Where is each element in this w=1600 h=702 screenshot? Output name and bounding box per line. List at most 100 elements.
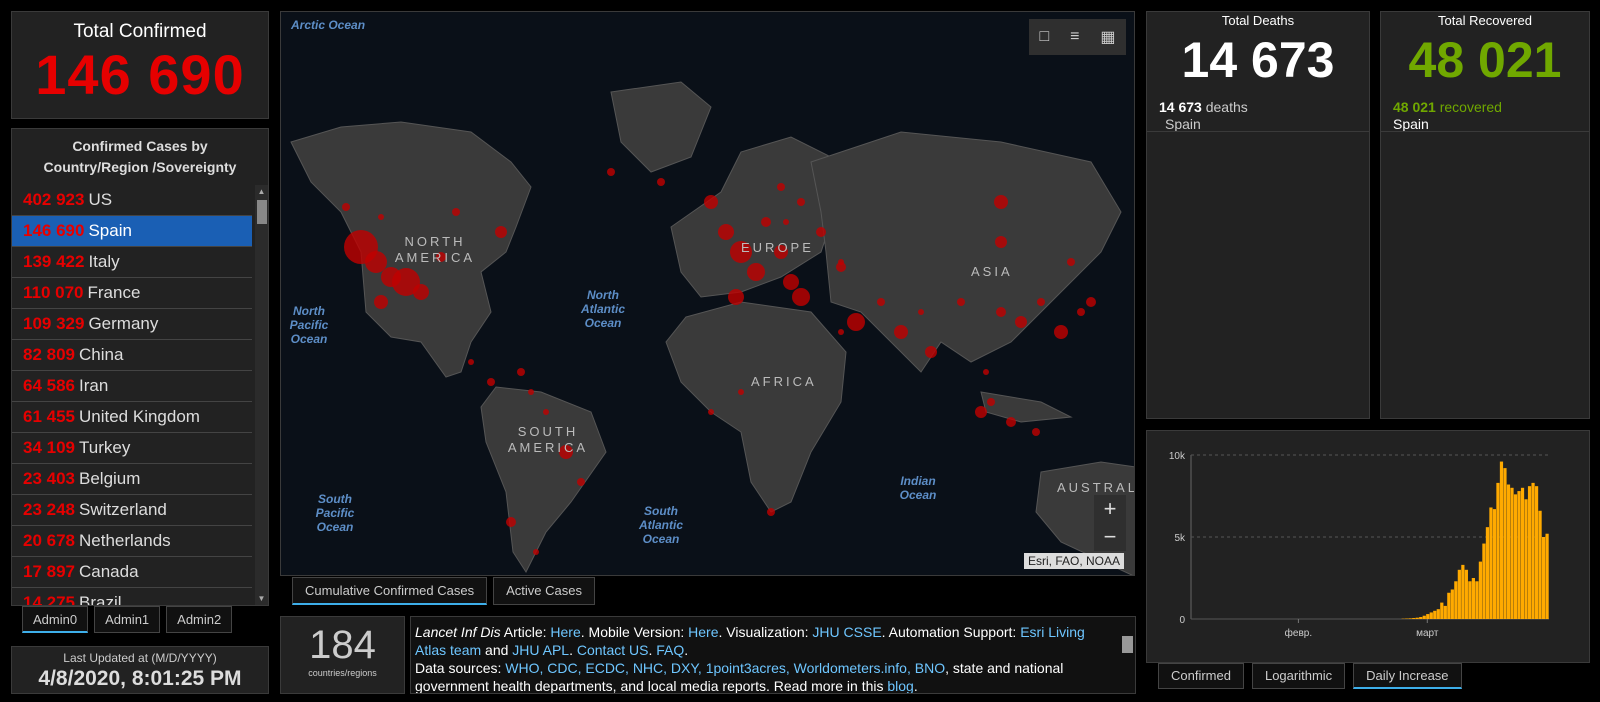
chart-bar[interactable] <box>1489 507 1493 619</box>
case-bubble[interactable] <box>738 389 744 395</box>
chart-bar[interactable] <box>1454 581 1458 619</box>
case-bubble[interactable] <box>918 309 924 315</box>
case-bubble[interactable] <box>816 227 826 237</box>
world-map[interactable]: Arctic Ocean North Pacific Ocean North A… <box>280 11 1135 576</box>
country-list[interactable]: 402 923 US 146 690 Spain 139 422 Italy 110 070… <box>12 185 252 605</box>
case-bubble[interactable] <box>1037 298 1045 306</box>
case-bubble[interactable] <box>708 409 714 415</box>
case-bubble[interactable] <box>983 369 989 375</box>
case-bubble[interactable] <box>761 217 771 227</box>
chart-bar[interactable] <box>1457 569 1461 619</box>
chart-bar[interactable] <box>1422 615 1426 619</box>
chart-bar[interactable] <box>1510 487 1514 619</box>
case-bubble[interactable] <box>657 178 665 186</box>
case-bubble[interactable] <box>1067 258 1075 266</box>
chart-bar[interactable] <box>1440 602 1444 619</box>
country-row[interactable]: 20 678 Netherlands <box>12 526 252 557</box>
chart-bar[interactable] <box>1513 494 1518 619</box>
case-bubble[interactable] <box>838 329 844 335</box>
chart-bar[interactable] <box>1517 491 1521 619</box>
tab-daily-increase[interactable]: Daily Increase <box>1353 663 1462 689</box>
chart-bar[interactable] <box>1482 543 1486 619</box>
case-bubble[interactable] <box>495 226 507 238</box>
case-bubble[interactable] <box>452 208 460 216</box>
chart-bar[interactable] <box>1496 482 1500 619</box>
country-row[interactable]: 64 586 Iran <box>12 371 252 402</box>
country-row[interactable]: 23 248 Switzerland <box>12 495 252 526</box>
case-bubble[interactable] <box>838 259 844 265</box>
tab-cumulative-confirmed[interactable]: Cumulative Confirmed Cases <box>292 577 488 605</box>
deaths-detail[interactable]: 14 673 deaths Spain <box>1159 99 1369 133</box>
chart-bar[interactable] <box>1485 527 1490 619</box>
tab-active-cases[interactable]: Active Cases <box>493 577 595 605</box>
chart-bar[interactable] <box>1412 618 1416 619</box>
tab-logarithmic[interactable]: Logarithmic <box>1251 663 1346 689</box>
jhu-csse-link[interactable]: JHU CSSE <box>812 624 881 640</box>
case-bubble[interactable] <box>995 236 1007 248</box>
country-row[interactable]: 14 275 Brazil <box>12 588 252 605</box>
chart-bar[interactable] <box>1471 578 1475 619</box>
country-row[interactable]: 146 690 Spain <box>12 216 252 247</box>
chart-bar[interactable] <box>1464 569 1468 619</box>
contact-link[interactable]: Contact US <box>577 642 649 658</box>
country-row[interactable]: 139 422 Italy <box>12 247 252 278</box>
case-bubble[interactable] <box>925 346 937 358</box>
case-bubble[interactable] <box>783 274 799 290</box>
info-scrollbar[interactable] <box>1120 619 1134 691</box>
faq-link[interactable]: FAQ <box>656 642 684 658</box>
case-bubble[interactable] <box>365 251 387 273</box>
case-bubble[interactable] <box>718 224 734 240</box>
chart-bar[interactable] <box>1475 581 1479 619</box>
country-list-scrollbar[interactable]: ▲ ▼ <box>255 185 268 605</box>
case-bubble[interactable] <box>777 183 785 191</box>
chart-bar[interactable] <box>1524 499 1528 619</box>
chart-bar[interactable] <box>1541 537 1546 619</box>
zoom-in-button[interactable]: + <box>1094 495 1126 523</box>
case-bubble[interactable] <box>996 307 1006 317</box>
mobile-link[interactable]: Here <box>688 624 718 640</box>
tab-confirmed[interactable]: Confirmed <box>1158 663 1244 689</box>
article-link[interactable]: Here <box>550 624 580 640</box>
chart-bar[interactable] <box>1419 617 1423 619</box>
case-bubble[interactable] <box>767 508 775 516</box>
blog-link[interactable]: blog <box>887 678 913 693</box>
case-bubble[interactable] <box>1032 428 1040 436</box>
chart-bar[interactable] <box>1443 605 1447 619</box>
chart-bar[interactable] <box>1499 461 1504 619</box>
case-bubble[interactable] <box>528 389 534 395</box>
case-bubble[interactable] <box>1086 297 1096 307</box>
chart-bar[interactable] <box>1503 468 1507 619</box>
country-row[interactable]: 402 923 US <box>12 185 252 216</box>
case-bubble[interactable] <box>747 263 765 281</box>
recovered-detail[interactable]: 48 021 recovered Spain <box>1393 99 1589 133</box>
chart-bar[interactable] <box>1447 592 1451 619</box>
chart-bar[interactable] <box>1545 533 1549 619</box>
case-bubble[interactable] <box>374 295 388 309</box>
chart-bar[interactable] <box>1433 610 1437 619</box>
bookmark-icon[interactable]: □ <box>1039 28 1049 46</box>
case-bubble[interactable] <box>1054 325 1068 339</box>
case-bubble[interactable] <box>847 313 865 331</box>
tab-admin1[interactable]: Admin1 <box>94 606 161 633</box>
country-row[interactable]: 23 403 Belgium <box>12 464 252 495</box>
chart-bar[interactable] <box>1520 487 1525 619</box>
chart-bar[interactable] <box>1429 612 1433 619</box>
case-bubble[interactable] <box>704 195 718 209</box>
chart-bar[interactable] <box>1527 486 1532 619</box>
country-row[interactable]: 82 809 China <box>12 340 252 371</box>
chart-bar[interactable] <box>1492 509 1497 619</box>
case-bubble[interactable] <box>506 517 516 527</box>
jhu-apl-link[interactable]: JHU APL <box>512 642 569 658</box>
chart-bar[interactable] <box>1538 510 1542 619</box>
case-bubble[interactable] <box>413 284 429 300</box>
info-scroll-thumb[interactable] <box>1122 636 1133 653</box>
country-row[interactable]: 110 070 France <box>12 278 252 309</box>
case-bubble[interactable] <box>877 298 885 306</box>
sources-links[interactable]: WHO, CDC, ECDC, NHC, DXY, 1point3acres, … <box>505 660 945 676</box>
chart-bar[interactable] <box>1506 484 1511 619</box>
case-bubble[interactable] <box>987 398 995 406</box>
case-bubble[interactable] <box>783 219 789 225</box>
chart-bar[interactable] <box>1468 581 1472 619</box>
case-bubble[interactable] <box>543 409 549 415</box>
case-bubble[interactable] <box>607 168 615 176</box>
